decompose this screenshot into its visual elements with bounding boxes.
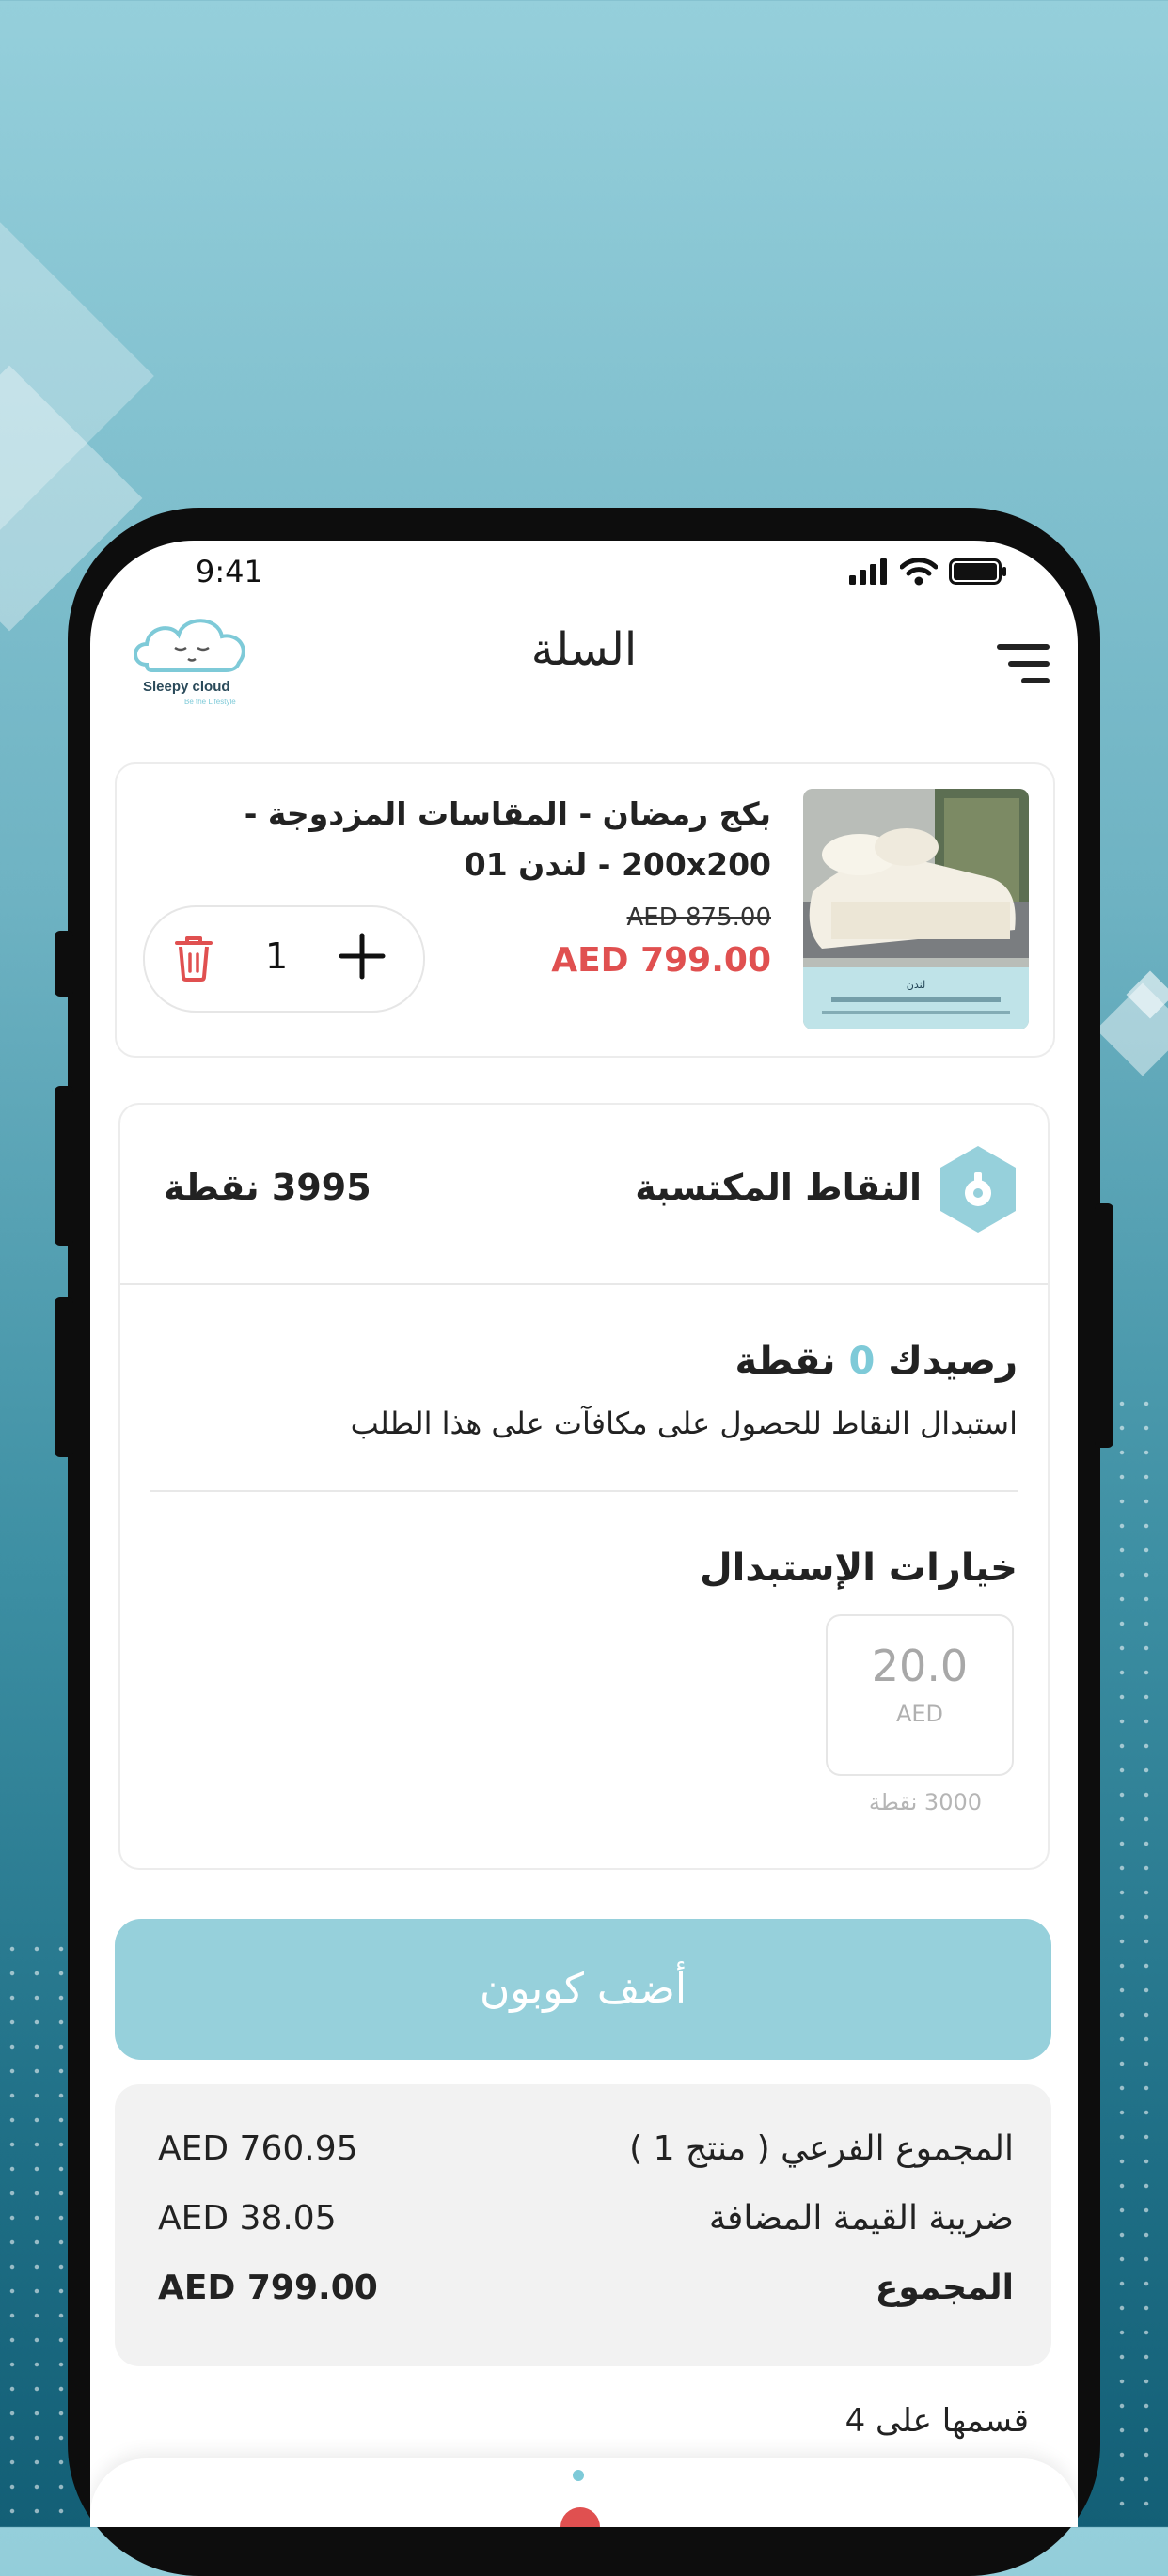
page-title: السلة — [530, 623, 638, 676]
logo-tagline: Be the Lifestyle — [184, 698, 236, 706]
phone-volume-up — [55, 1086, 73, 1246]
balance-suffix: نقطة — [734, 1340, 836, 1383]
redeem-option-value: 20.0 — [871, 1641, 969, 1691]
redeem-option[interactable]: 20.0 AED — [826, 1614, 1014, 1776]
app-screen: 9:41 Sleepy cloud Be the Lifestyle السلة… — [90, 541, 1078, 2527]
order-summary: المجموع الفرعي ( منتج 1 ) AED 760.95 ضري… — [115, 2084, 1051, 2366]
points-description: استبدال النقاط للحصول على مكافآت على هذا… — [350, 1406, 1018, 1441]
points-earned-value: 3995 نقطة — [164, 1167, 371, 1208]
bottom-nav-indicator — [573, 2470, 584, 2481]
vat-amount: AED 38.05 — [158, 2199, 337, 2238]
subtotal-amount: AED 760.95 — [158, 2129, 358, 2168]
status-bar: 9:41 — [90, 541, 1078, 606]
menu-icon[interactable] — [997, 644, 1050, 687]
quantity-stepper: 1 — [143, 905, 425, 1013]
bg-dots-left — [0, 1937, 68, 2527]
phone-mute-switch — [55, 931, 73, 997]
balance-value: 0 — [848, 1340, 876, 1383]
points-badge-icon — [937, 1144, 1019, 1238]
wifi-icon — [900, 558, 938, 586]
summary-row-vat: ضريبة القيمة المضافة AED 38.05 — [158, 2199, 1014, 2255]
redeem-option-currency: AED — [895, 1701, 944, 1727]
battery-icon — [949, 558, 1006, 585]
points-earned-title: النقاط المكتسبة — [635, 1167, 922, 1208]
summary-row-subtotal: المجموع الفرعي ( منتج 1 ) AED 760.95 — [158, 2129, 1014, 2186]
points-card: النقاط المكتسبة 3995 نقطة رصيدك 0 نقطة ا… — [118, 1103, 1050, 1870]
product-name[interactable]: بكج رمضان - المقاسات المزدوجة - 200x200 … — [132, 789, 771, 890]
product-image-caption: لندن — [907, 979, 926, 991]
phone-volume-down — [55, 1297, 73, 1457]
status-time: 9:41 — [196, 554, 263, 589]
installments-text[interactable]: قسمها على 4 — [845, 2402, 1029, 2440]
signal-icon — [849, 558, 887, 585]
points-balance: رصيدك 0 نقطة — [734, 1340, 1018, 1383]
points-divider — [120, 1283, 1048, 1285]
options-divider — [150, 1490, 1018, 1492]
cart-item-card: لندن بكج رمضان - المقاسات المزدوجة - 200… — [115, 762, 1055, 1058]
status-icons — [849, 558, 1007, 586]
quantity-value: 1 — [265, 935, 289, 977]
product-image[interactable]: لندن — [803, 789, 1029, 1029]
total-amount: AED 799.00 — [158, 2269, 378, 2307]
redeem-option-points: 3000 نقطة — [868, 1789, 982, 1815]
balance-prefix: رصيدك — [888, 1340, 1018, 1383]
bg-dots-right — [1110, 1391, 1168, 2520]
summary-row-total: المجموع AED 799.00 — [158, 2269, 1014, 2325]
trash-icon[interactable] — [173, 934, 214, 982]
redeem-options-title: خيارات الإستبدال — [699, 1547, 1018, 1590]
total-label: المجموع — [875, 2269, 1014, 2307]
logo-text: Sleepy cloud — [143, 679, 230, 695]
app-header: Sleepy cloud Be the Lifestyle السلة — [90, 606, 1078, 719]
subtotal-label: المجموع الفرعي ( منتج 1 ) — [629, 2129, 1014, 2168]
add-coupon-button[interactable]: أضف كوبون — [115, 1919, 1051, 2060]
product-old-price: AED 875.00 — [626, 903, 771, 932]
phone-power-button — [1095, 1203, 1113, 1448]
product-price: AED 799.00 — [551, 941, 771, 980]
plus-icon[interactable] — [339, 930, 386, 982]
vat-label: ضريبة القيمة المضافة — [708, 2199, 1014, 2238]
